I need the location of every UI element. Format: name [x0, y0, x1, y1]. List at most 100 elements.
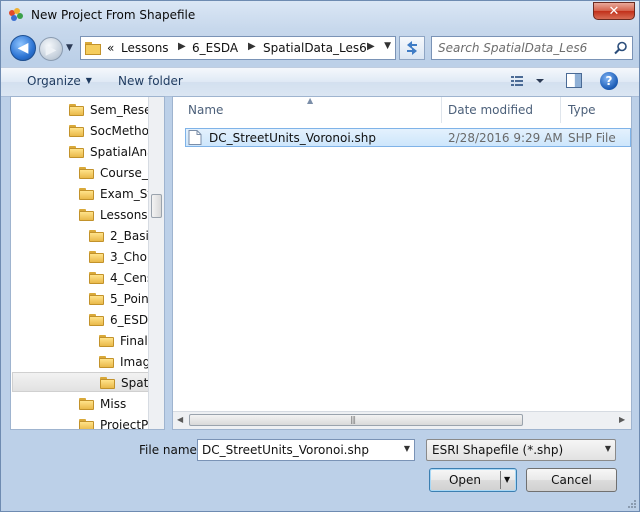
change-view-button[interactable] — [509, 72, 549, 90]
folder-icon — [99, 355, 115, 369]
search-input[interactable] — [438, 39, 608, 57]
file-type-value: ESRI Shapefile (*.shp) — [432, 443, 564, 457]
column-header-label: Type — [568, 103, 596, 117]
title-bar[interactable]: New Project From Shapefile ✕ — [1, 1, 639, 31]
address-bar[interactable]: « Lessons ▶ 6_ESDA ▶ SpatialData_Les6 ▶ … — [80, 36, 396, 60]
tree-item[interactable]: SocMethod — [69, 121, 157, 141]
back-button[interactable]: ◀ — [10, 35, 36, 61]
folder-icon — [79, 397, 95, 411]
scroll-right-icon[interactable]: ▶ — [619, 415, 625, 424]
file-date-modified: 2/28/2016 9:29 AM — [448, 131, 563, 145]
folder-icon — [89, 271, 105, 285]
file-name-input[interactable] — [202, 442, 392, 458]
chevron-down-icon[interactable]: ▼ — [384, 41, 391, 51]
split-divider — [500, 471, 501, 489]
folder-icon — [79, 418, 95, 429]
close-button[interactable]: ✕ — [593, 2, 635, 20]
open-button-label: Open — [448, 473, 482, 487]
tree-item-label: 5_Point — [110, 292, 154, 306]
horizontal-scrollbar[interactable]: ◀ ||| ▶ — [173, 411, 631, 429]
close-icon: ✕ — [608, 4, 620, 19]
scrollbar-thumb[interactable] — [151, 194, 162, 218]
navigation-scrollbar[interactable] — [148, 97, 164, 429]
folder-icon — [89, 229, 105, 243]
chevron-right-icon[interactable]: ▶ — [178, 41, 186, 52]
navigation-pane[interactable]: Sem_Resear SocMethod SpatialAnaly Course… — [10, 96, 165, 430]
chevron-down-icon[interactable]: ▼ — [504, 469, 510, 491]
address-crumb-esda[interactable]: 6_ESDA — [192, 41, 238, 55]
column-divider[interactable] — [560, 97, 561, 123]
forward-button[interactable]: ▶ — [39, 37, 63, 61]
address-overflow[interactable]: « — [107, 41, 114, 55]
column-header-label: Date modified — [448, 103, 534, 117]
address-crumb-lessons[interactable]: Lessons — [121, 41, 169, 55]
tree-item[interactable]: Lessons — [79, 205, 154, 225]
folder-icon — [69, 124, 85, 138]
file-icon — [188, 130, 202, 145]
preview-pane-icon[interactable] — [566, 73, 582, 88]
file-name-combobox[interactable]: ▼ — [197, 439, 415, 461]
folder-icon — [89, 292, 105, 306]
refresh-icon — [407, 41, 417, 55]
dialog-window: New Project From Shapefile ✕ ◀ ▶ ▼ « Les… — [0, 0, 640, 512]
refresh-button[interactable] — [399, 36, 425, 60]
folder-icon — [79, 187, 95, 201]
chevron-down-icon: ▼ — [85, 76, 92, 85]
tree-item[interactable]: 4_Censu — [89, 268, 161, 288]
chevron-down-icon: ▼ — [604, 444, 611, 453]
address-crumb-spatialdata[interactable]: SpatialData_Les6 — [263, 41, 367, 55]
tree-item[interactable]: 3_Choro — [89, 247, 159, 267]
column-header-type[interactable]: Type — [568, 97, 628, 123]
organize-label: Organize — [27, 74, 81, 88]
tree-item[interactable]: 2_Basics — [89, 226, 162, 246]
tree-item[interactable]: Course_R — [79, 163, 156, 183]
tree-item[interactable]: Sem_Resear — [69, 100, 164, 120]
chevron-down-icon[interactable]: ▼ — [404, 444, 410, 453]
column-header-name[interactable]: Name — [188, 97, 443, 123]
folder-icon — [89, 250, 105, 264]
tree-item[interactable]: Exam_Stu — [79, 184, 160, 204]
search-icon[interactable] — [614, 41, 628, 55]
command-toolbar: Organize ▼ New folder ? — [1, 67, 639, 97]
folder-icon — [79, 208, 95, 222]
folder-icon — [79, 166, 95, 180]
file-name: DC_StreetUnits_Voronoi.shp — [209, 131, 376, 145]
chevron-right-icon[interactable]: ▶ — [367, 41, 375, 52]
resize-grip-icon[interactable] — [627, 499, 637, 509]
arrow-left-icon: ◀ — [17, 40, 29, 56]
file-row[interactable]: DC_StreetUnits_Voronoi.shp 2/28/2016 9:2… — [185, 128, 631, 147]
help-icon[interactable]: ? — [600, 72, 618, 90]
grip-icon: ||| — [350, 415, 356, 424]
tree-item[interactable]: ProjectPro — [79, 415, 160, 429]
tree-item-label: Lessons — [100, 208, 148, 222]
cancel-button[interactable]: Cancel — [526, 468, 617, 492]
recent-locations-dropdown[interactable]: ▼ — [66, 41, 76, 55]
folder-icon — [89, 313, 105, 327]
new-folder-button[interactable]: New folder — [118, 74, 183, 88]
tree-item[interactable]: 5_Point — [89, 289, 154, 309]
scrollbar-thumb[interactable]: ||| — [189, 414, 523, 426]
tree-item[interactable]: 6_ESDA — [89, 310, 156, 330]
tree-item[interactable]: Image — [99, 352, 158, 372]
tree-item-selected[interactable]: Spatia — [12, 372, 159, 392]
tree-item[interactable]: SpatialAnaly — [69, 142, 164, 162]
scroll-left-icon[interactable]: ◀ — [177, 415, 183, 424]
tree-item[interactable]: Miss — [79, 394, 154, 414]
tree-item-label: SocMethod — [90, 124, 157, 138]
file-type-select[interactable]: ESRI Shapefile (*.shp) ▼ — [426, 439, 616, 461]
folder-icon — [69, 103, 85, 117]
column-divider[interactable] — [441, 97, 442, 123]
folder-icon — [100, 376, 116, 390]
organize-menu[interactable]: Organize ▼ — [27, 74, 92, 88]
arrow-right-icon: ▶ — [45, 42, 57, 58]
open-button[interactable]: Open ▼ — [429, 468, 517, 492]
folder-icon — [85, 42, 101, 55]
file-list-pane[interactable]: ▲ Name Date modified Type DC_StreetUnits… — [172, 96, 632, 430]
column-header-date-modified[interactable]: Date modified — [448, 97, 558, 123]
tree-item[interactable]: FinalP — [99, 331, 155, 351]
folder-icon — [99, 334, 115, 348]
search-box[interactable] — [431, 36, 633, 60]
chevron-right-icon[interactable]: ▶ — [248, 41, 256, 52]
tree-item-label: Miss — [100, 397, 127, 411]
app-icon — [9, 8, 23, 21]
